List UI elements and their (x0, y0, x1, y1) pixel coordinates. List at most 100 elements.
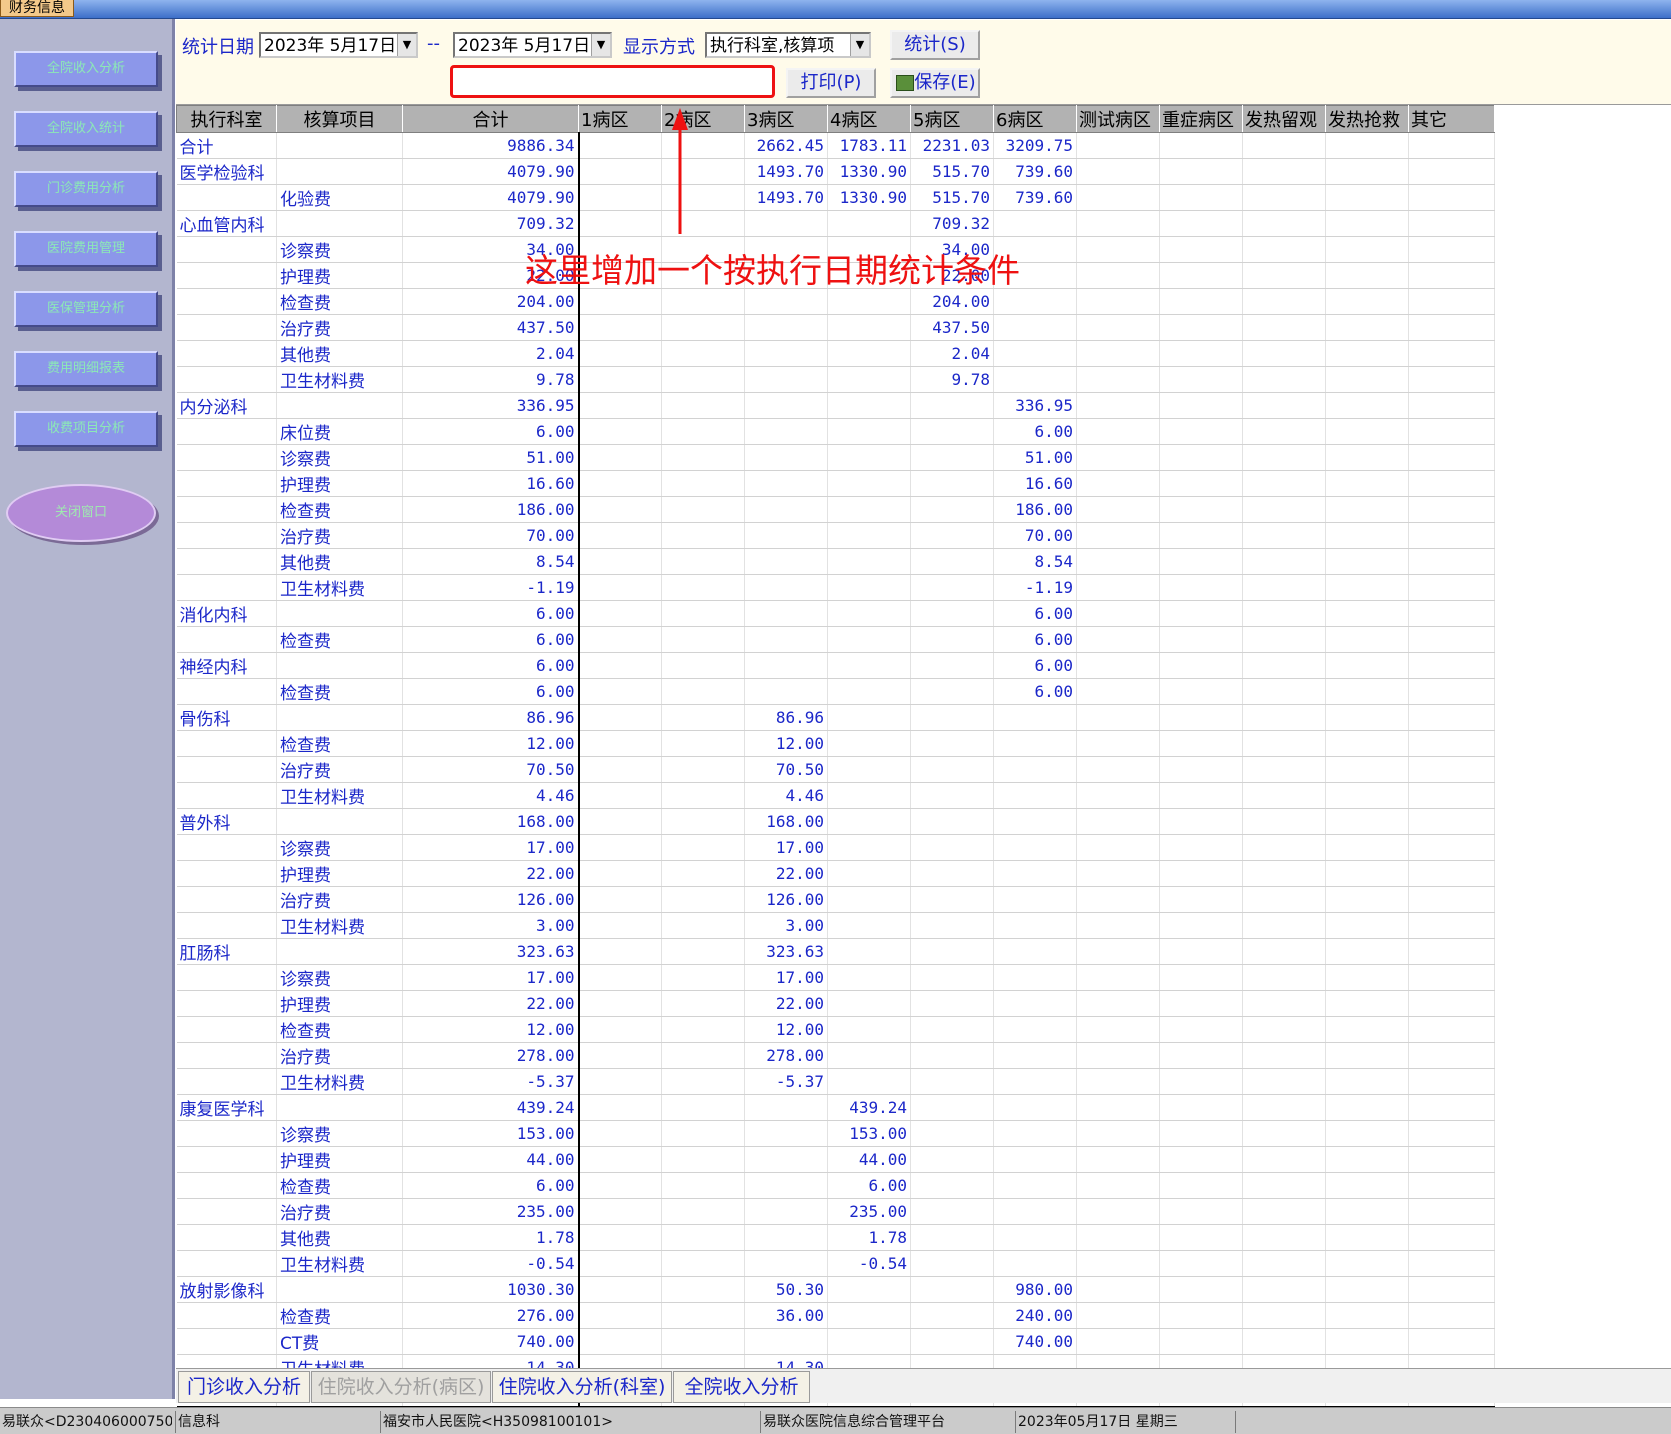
table-row[interactable]: 其他费 8.54 8.54 (176, 548, 1495, 575)
table-cell (578, 704, 662, 731)
table-cell: 6.00 (402, 1172, 580, 1199)
column-header[interactable]: 执行科室 (176, 105, 277, 133)
column-header[interactable]: 测试病区 (1076, 105, 1160, 133)
table-row[interactable]: 肛肠科 323.63 323.63 (176, 938, 1495, 965)
table-row[interactable]: 治疗费 278.00 278.00 (176, 1042, 1495, 1069)
table-row[interactable]: 检查费 12.00 12.00 (176, 730, 1495, 757)
table-cell (1408, 834, 1495, 861)
table-row[interactable]: 合计 9886.34 2662.45 1783.11 2231.03 3209.75 (176, 132, 1495, 159)
date-to-picker[interactable]: 2023年 5月17日 ▼ (453, 32, 612, 58)
chevron-down-icon[interactable]: ▼ (397, 34, 416, 56)
table-row[interactable]: 卫生材料费 3.00 3.00 (176, 912, 1495, 939)
stat-button[interactable]: 统计(S) (890, 30, 980, 60)
table-cell (1242, 548, 1326, 575)
table-row[interactable]: 检查费 276.00 36.00 240.00 (176, 1302, 1495, 1329)
tab-hospital-income[interactable]: 全院收入分析 (673, 1371, 810, 1403)
table-row[interactable]: 护理费 44.00 44.00 (176, 1146, 1495, 1173)
table-row[interactable]: 其他费 1.78 1.78 (176, 1224, 1495, 1251)
print-button[interactable]: 打印(P) (786, 68, 876, 98)
table-cell: 康复医学科 (176, 1094, 277, 1121)
table-row[interactable]: 检查费 6.00 6.00 (176, 1172, 1495, 1199)
window-tab-finance[interactable]: 财务信息 (0, 0, 74, 17)
table-row[interactable]: 心血管内科 709.32 709.32 (176, 210, 1495, 237)
display-mode-select[interactable]: 执行科室,核算项 ▼ (705, 32, 871, 58)
column-header[interactable]: 其它 (1408, 105, 1495, 133)
table-cell (1325, 834, 1409, 861)
sidebar-button-hospital-cost-management[interactable]: 医院费用管理 (14, 231, 158, 267)
table-cell (176, 236, 277, 263)
table-row[interactable]: 检查费 6.00 6.00 (176, 626, 1495, 653)
table-row[interactable]: 检查费 186.00 186.00 (176, 496, 1495, 523)
table-row[interactable]: 放射影像科 1030.30 50.30 980.00 (176, 1276, 1495, 1303)
table-cell (910, 522, 994, 549)
tab-inpatient-income-dept[interactable]: 住院收入分析(科室) (492, 1371, 672, 1403)
column-header[interactable]: 6病区 (993, 105, 1077, 133)
chevron-down-icon[interactable]: ▼ (850, 34, 869, 56)
column-header[interactable]: 5病区 (910, 105, 994, 133)
column-header[interactable]: 4病区 (827, 105, 911, 133)
table-row[interactable]: 治疗费 70.00 70.00 (176, 522, 1495, 549)
table-row[interactable]: 治疗费 126.00 126.00 (176, 886, 1495, 913)
table-row[interactable]: 治疗费 235.00 235.00 (176, 1198, 1495, 1225)
table-row[interactable]: 卫生材料费 -0.54 -0.54 (176, 1250, 1495, 1277)
table-row[interactable]: 诊察费 17.00 17.00 (176, 834, 1495, 861)
table-row[interactable]: 神经内科 6.00 6.00 (176, 652, 1495, 679)
table-row[interactable]: 医学检验科 4079.90 1493.70 1330.90 515.70 739.60 (176, 158, 1495, 185)
table-row[interactable]: CT费 740.00 740.00 (176, 1328, 1495, 1355)
table-cell (993, 860, 1077, 887)
column-header[interactable]: 发热留观 (1242, 105, 1326, 133)
date-from-picker[interactable]: 2023年 5月17日 ▼ (259, 32, 418, 58)
tab-inpatient-income-ward[interactable]: 住院收入分析(病区) (311, 1371, 491, 1403)
column-header[interactable]: 3病区 (744, 105, 828, 133)
table-row[interactable]: 诊察费 51.00 51.00 (176, 444, 1495, 471)
sidebar-button-cost-detail-report[interactable]: 费用明细报表 (14, 351, 158, 387)
table-row[interactable]: 其他费 2.04 2.04 (176, 340, 1495, 367)
table-row[interactable]: 诊察费 17.00 17.00 (176, 964, 1495, 991)
table-cell (1076, 262, 1160, 289)
data-grid[interactable]: 执行科室 核算项目 合计 1病区 2病区 3病区 4病区 5病区 6病区 测试病区 重症病区 发热留观… (176, 105, 1495, 1408)
table-row[interactable]: 检查费 204.00 204.00 (176, 288, 1495, 315)
table-row[interactable]: 治疗费 70.50 70.50 (176, 756, 1495, 783)
sidebar-button-hospital-income-stats[interactable]: 全院收入统计 (14, 111, 158, 147)
column-header[interactable]: 1病区 (578, 105, 662, 133)
table-cell (1408, 1276, 1495, 1303)
sidebar-button-outpatient-cost-analysis[interactable]: 门诊费用分析 (14, 171, 158, 207)
table-row[interactable]: 卫生材料费 -1.19 -1.19 (176, 574, 1495, 601)
sidebar-button-insurance-analysis[interactable]: 医保管理分析 (14, 291, 158, 327)
table-cell: 4.46 (744, 782, 828, 809)
column-header[interactable]: 合计 (402, 105, 579, 133)
tab-outpatient-income[interactable]: 门诊收入分析 (178, 1371, 310, 1403)
table-cell (661, 652, 745, 679)
column-header[interactable]: 重症病区 (1159, 105, 1243, 133)
table-row[interactable]: 卫生材料费 4.46 4.46 (176, 782, 1495, 809)
save-button[interactable]: 保存(E) (890, 68, 980, 98)
table-cell (827, 1068, 911, 1095)
table-row[interactable]: 床位费 6.00 6.00 (176, 418, 1495, 445)
sidebar-button-hospital-income-analysis[interactable]: 全院收入分析 (14, 51, 158, 87)
table-cell (1076, 470, 1160, 497)
table-row[interactable]: 骨伤科 86.96 86.96 (176, 704, 1495, 731)
table-cell (744, 444, 828, 471)
sidebar-button-charge-item-analysis[interactable]: 收费项目分析 (14, 411, 158, 447)
table-row[interactable]: 化验费 4079.90 1493.70 1330.90 515.70 739.60 (176, 184, 1495, 211)
table-row[interactable]: 检查费 12.00 12.00 (176, 1016, 1495, 1043)
table-row[interactable]: 卫生材料费 9.78 9.78 (176, 366, 1495, 393)
table-row[interactable]: 护理费 22.00 22.00 (176, 860, 1495, 887)
table-cell: 6.00 (993, 626, 1077, 653)
table-row[interactable]: 消化内科 6.00 6.00 (176, 600, 1495, 627)
table-row[interactable]: 康复医学科 439.24 439.24 (176, 1094, 1495, 1121)
table-row[interactable]: 护理费 22.00 22.00 (176, 990, 1495, 1017)
table-cell: 2662.45 (744, 132, 828, 159)
column-header[interactable]: 发热抢救 (1325, 105, 1409, 133)
close-window-button[interactable]: 关闭窗口 (6, 484, 156, 542)
table-row[interactable]: 内分泌科 336.95 336.95 (176, 392, 1495, 419)
table-row[interactable]: 治疗费 437.50 437.50 (176, 314, 1495, 341)
table-row[interactable]: 护理费 16.60 16.60 (176, 470, 1495, 497)
table-row[interactable]: 检查费 6.00 6.00 (176, 678, 1495, 705)
table-row[interactable]: 卫生材料费 -5.37 -5.37 (176, 1068, 1495, 1095)
table-cell (1242, 912, 1326, 939)
chevron-down-icon[interactable]: ▼ (591, 34, 610, 56)
table-row[interactable]: 普外科 168.00 168.00 (176, 808, 1495, 835)
column-header[interactable]: 核算项目 (276, 105, 403, 133)
table-row[interactable]: 诊察费 153.00 153.00 (176, 1120, 1495, 1147)
